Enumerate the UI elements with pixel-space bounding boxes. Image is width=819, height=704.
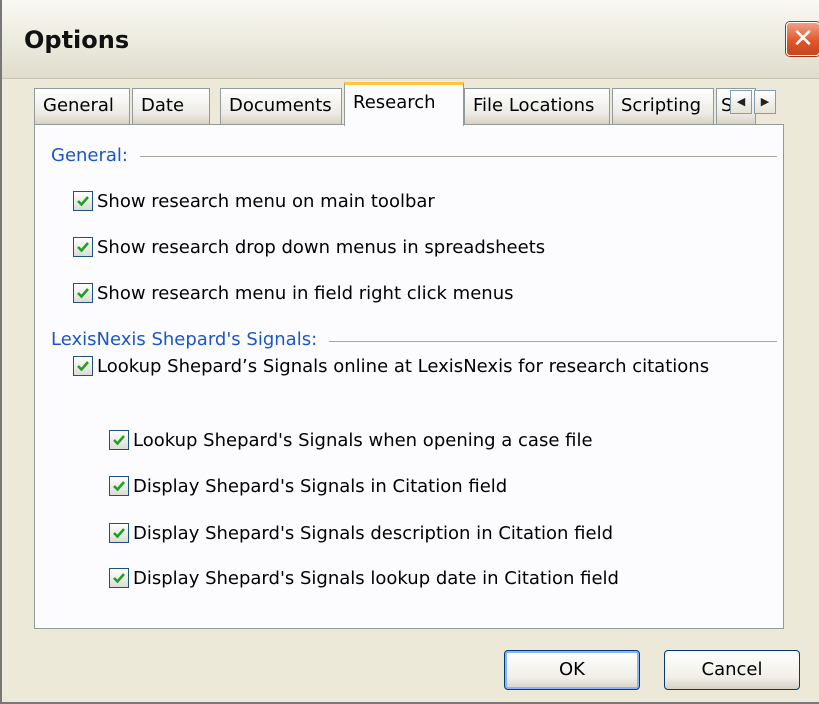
option-display-description[interactable]: Display Shepard's Signals description in… xyxy=(109,521,613,545)
option-label: Display Shepard's Signals description in… xyxy=(133,522,614,544)
checkmark-icon xyxy=(77,288,89,299)
tab-scripting[interactable]: Scripting xyxy=(612,88,714,124)
option-label: Show research menu on main toolbar xyxy=(97,190,435,212)
close-icon[interactable]: ✕ xyxy=(786,22,819,56)
option-label: Lookup Shepard's Signals when opening a … xyxy=(133,429,593,451)
option-label: Show research drop down menus in spreads… xyxy=(97,236,546,258)
general-divider xyxy=(51,156,777,157)
checkbox[interactable] xyxy=(109,476,129,496)
option-label: Display Shepard's Signals lookup date in… xyxy=(133,567,619,589)
tab-strip: General Date Documents Research File Loc… xyxy=(34,82,814,126)
option-lookup-shepards-online[interactable]: Lookup Shepard’s Signals online at Lexis… xyxy=(73,354,709,378)
checkmark-icon xyxy=(113,481,125,492)
ok-button[interactable]: OK xyxy=(504,650,640,690)
checkbox[interactable] xyxy=(73,283,93,303)
scroll-right-icon[interactable]: ▶ xyxy=(754,90,776,114)
option-show-research-menu[interactable]: Show research menu on main toolbar xyxy=(73,189,435,213)
title-bar[interactable]: Options ✕ xyxy=(2,0,819,79)
option-show-dropdown-menus[interactable]: Show research drop down menus in spreads… xyxy=(73,235,545,259)
option-display-signals[interactable]: Display Shepard's Signals in Citation fi… xyxy=(109,474,507,498)
option-label: Show research menu in field right click … xyxy=(97,282,514,304)
checkbox[interactable] xyxy=(73,356,93,376)
option-label: Lookup Shepard’s Signals online at Lexis… xyxy=(97,355,710,377)
option-label: Display Shepard's Signals in Citation fi… xyxy=(133,475,508,497)
option-lookup-on-open[interactable]: Lookup Shepard's Signals when opening a … xyxy=(109,428,593,452)
tab-date[interactable]: Date xyxy=(132,88,210,124)
checkmark-icon xyxy=(77,242,89,253)
option-show-right-click-menu[interactable]: Show research menu in field right click … xyxy=(73,281,513,305)
scroll-left-icon[interactable]: ◀ xyxy=(730,90,752,114)
tab-research[interactable]: Research xyxy=(344,82,464,126)
checkmark-icon xyxy=(113,435,125,446)
checkbox[interactable] xyxy=(109,568,129,588)
checkbox[interactable] xyxy=(73,237,93,257)
checkbox[interactable] xyxy=(109,430,129,450)
checkbox[interactable] xyxy=(109,523,129,543)
checkmark-icon xyxy=(77,196,89,207)
options-dialog: Options ✕ General Date Documents Researc… xyxy=(0,0,819,704)
checkmark-icon xyxy=(77,361,89,372)
checkmark-icon xyxy=(113,528,125,539)
tab-general[interactable]: General xyxy=(34,88,130,124)
shepards-section-label: LexisNexis Shepard's Signals: xyxy=(51,329,330,350)
tab-documents[interactable]: Documents xyxy=(220,88,342,124)
research-panel: General: Show research menu on main tool… xyxy=(34,124,784,629)
general-section-label: General: xyxy=(51,145,141,166)
cancel-button[interactable]: Cancel xyxy=(664,650,800,690)
dialog-title: Options xyxy=(24,26,130,54)
checkbox[interactable] xyxy=(73,191,93,211)
checkmark-icon xyxy=(113,573,125,584)
option-display-lookup-date[interactable]: Display Shepard's Signals lookup date in… xyxy=(109,566,619,590)
tab-file-locations[interactable]: File Locations xyxy=(464,88,610,124)
